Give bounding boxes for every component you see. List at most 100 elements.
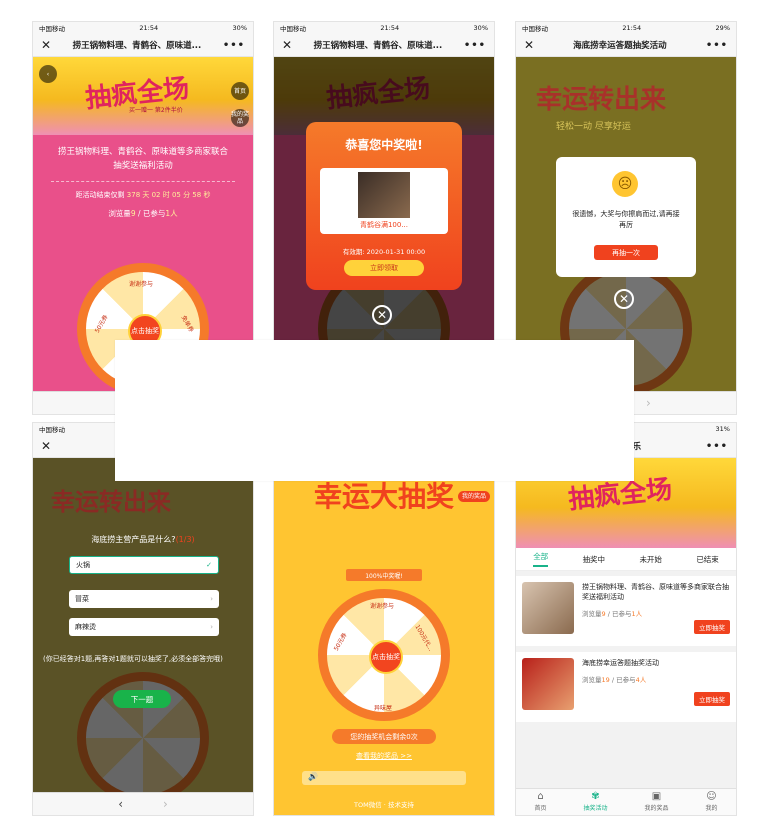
activity-stats: 浏览量19 / 已参与4人 [582, 676, 647, 684]
nav-bar: ✕ 捞王锅物料理、青鹤谷、原味道... ••• [274, 34, 494, 57]
my-prize-button[interactable]: 我的奖品 [457, 491, 490, 502]
draw-now-button[interactable]: 立即抽奖 [694, 620, 730, 634]
prize-card: 青鹤谷满100... [320, 168, 448, 234]
page-title: 海底捞幸运答题抽奖活动 [573, 41, 667, 51]
banner-title: 幸运转出来 [51, 487, 171, 516]
chances-remaining: 您的抽奖机会剩余0次 [332, 729, 436, 744]
speaker-icon: 🔊 [308, 772, 318, 781]
banner-title: 幸运转出来 [536, 85, 667, 115]
forward-arrow-icon[interactable]: › [646, 396, 651, 410]
chevron-right-icon: › [210, 623, 213, 631]
views-count: 19 [601, 676, 610, 684]
joined-label: 已参与 [616, 676, 636, 684]
tab-me[interactable]: ☺ 我的 [705, 792, 717, 813]
battery: 30% [232, 24, 247, 32]
quiz-option-3[interactable]: 麻辣烫 › [69, 618, 219, 636]
page-title: 捞王锅物料理、青鹤谷、原味道... [72, 41, 202, 51]
quiz-hint: (你已经答对1题,再答对1题就可以抽奖了,必须全部答完哦) [43, 655, 223, 663]
tab-label: 我的奖品 [644, 805, 669, 812]
option-label: 冒菜 [75, 595, 89, 603]
battery: 29% [715, 24, 730, 32]
view-prizes-link[interactable]: 查看我的奖品 >> [274, 751, 494, 761]
views-count: 9 [601, 610, 606, 618]
clock: 21:54 [139, 24, 159, 32]
tab-upcoming[interactable]: 未开始 [639, 554, 662, 565]
activity-thumbnail [522, 582, 574, 634]
tab-activities[interactable]: ✾ 抽奖活动 [583, 791, 608, 813]
more-icon[interactable]: ••• [706, 441, 728, 452]
more-icon[interactable]: ••• [223, 40, 245, 51]
sad-face-icon: ☹ [612, 171, 638, 197]
tab-home[interactable]: ⌂ 首页 [534, 792, 547, 813]
valid-date: 有效期: 2020-01-31 00:00 [342, 248, 426, 256]
banner: 抽疯全场 买一赠一 第2件半价 ‹ 首页 我的奖品 [33, 57, 253, 135]
next-question-button[interactable]: 下一题 [113, 690, 171, 708]
activity-thumbnail [522, 658, 574, 710]
browser-bottom-bar: ‹› [33, 792, 253, 815]
activity-stats: 浏览量9 / 已参与1人 [582, 610, 643, 618]
draw-now-button[interactable]: 立即抽奖 [694, 692, 730, 706]
win-popup: 恭喜您中奖啦! 青鹤谷满100... 有效期: 2020-01-31 00:00… [306, 122, 462, 290]
claim-button[interactable]: 立即领取 [344, 260, 424, 276]
banner-sub: 轻松一动 尽享好运 [556, 122, 631, 132]
wheel-segment: 谢谢参与 [370, 603, 395, 610]
joined-count: 1人 [165, 209, 178, 218]
check-icon: ✓ [206, 561, 212, 569]
spin-button[interactable]: 点击抽奖 [369, 640, 403, 674]
forward-arrow-icon[interactable]: › [163, 797, 168, 811]
tab-all[interactable]: 全部 [533, 551, 549, 567]
activity-list-item[interactable]: 捞王锅物料理、青鹤谷、原味道等多商家联合抽奖送福利活动 浏览量9 / 已参与1人… [516, 576, 736, 652]
battery: 30% [473, 24, 488, 32]
tab-label: 首页 [534, 805, 547, 812]
tab-ended[interactable]: 已结束 [696, 554, 719, 565]
countdown-label: 距活动结束仅剩 [75, 191, 125, 199]
phone-6: 31% ...城吃喝玩乐••• 抽疯全场 全部 抽奖中 未开始 已结束 捞王锅物… [516, 423, 736, 815]
flower-icon: ✾ [591, 791, 600, 802]
tab-my-prizes[interactable]: ▣ 我的奖品 [644, 791, 669, 813]
quiz-option-2[interactable]: 冒菜 › [69, 590, 219, 608]
carrier: 中国移动 [39, 426, 65, 434]
retry-button[interactable]: 再抽一次 [594, 245, 658, 260]
sorry-text: 很遗憾，大奖与你擦肩而过,请再接再厉 [572, 210, 680, 229]
notice-bar: 🔊 [302, 771, 466, 785]
countdown-value: 378 天 02 时 05 分 58 秒 [126, 191, 211, 199]
prize-image [358, 172, 410, 218]
popup-title: 恭喜您中奖啦! [345, 138, 423, 152]
gift-icon: ▣ [651, 791, 662, 802]
views-label: 浏览量 [582, 610, 602, 618]
views-label: 浏览量 [108, 209, 131, 218]
activity-title: 捞王锅物料理、青鹤谷、原味道等多商家联合抽奖送福利活动 [582, 583, 729, 601]
quiz-option-1[interactable]: 火锅 ✓ [69, 556, 219, 574]
question-progress: (1/3) [175, 535, 195, 544]
my-prize-button[interactable]: 我的奖品 [231, 109, 249, 127]
sorry-popup: ☹ 很遗憾，大奖与你擦肩而过,请再接再厉 再抽一次 [556, 157, 696, 277]
chevron-right-icon: › [210, 595, 213, 603]
back-arrow-icon[interactable]: ‹ [118, 797, 123, 811]
close-icon[interactable]: ✕ [41, 439, 51, 453]
tab-label: 抽奖活动 [583, 805, 608, 812]
joined-count: 1人 [631, 610, 643, 618]
status-bar: 中国移动 21:54 30% [33, 22, 253, 34]
back-icon[interactable]: ‹ [39, 65, 57, 83]
carrier: 中国移动 [280, 25, 306, 33]
carrier: 中国移动 [39, 25, 65, 33]
close-popup-icon[interactable]: ✕ [372, 305, 392, 325]
blank-panel [115, 340, 634, 481]
filter-tabs: 全部 抽奖中 未开始 已结束 [516, 548, 736, 571]
close-icon[interactable]: ✕ [282, 38, 292, 52]
more-icon[interactable]: ••• [464, 40, 486, 51]
close-icon[interactable]: ✕ [524, 38, 534, 52]
question-text: 海底捞主营产品是什么? [91, 535, 176, 544]
home-button[interactable]: 首页 [231, 82, 249, 100]
tab-ongoing[interactable]: 抽奖中 [583, 554, 606, 565]
carrier: 中国移动 [522, 25, 548, 33]
views-row: 浏览量9 / 已参与1人 [108, 209, 178, 218]
more-icon[interactable]: ••• [706, 40, 728, 51]
close-popup-icon[interactable]: ✕ [614, 289, 634, 309]
prize-name: 青鹤谷满100... [359, 221, 409, 229]
activity-list-item[interactable]: 海底捞幸运答题抽奖活动 浏览量19 / 已参与4人 立即抽奖 [516, 652, 736, 728]
banner-title: 幸运大抽奖 [314, 480, 455, 513]
bottom-tab-bar: ⌂ 首页 ✾ 抽奖活动 ▣ 我的奖品 ☺ 我的 [516, 788, 736, 815]
nav-bar: ✕ 海底捞幸运答题抽奖活动 ••• [516, 34, 736, 57]
close-icon[interactable]: ✕ [41, 38, 51, 52]
